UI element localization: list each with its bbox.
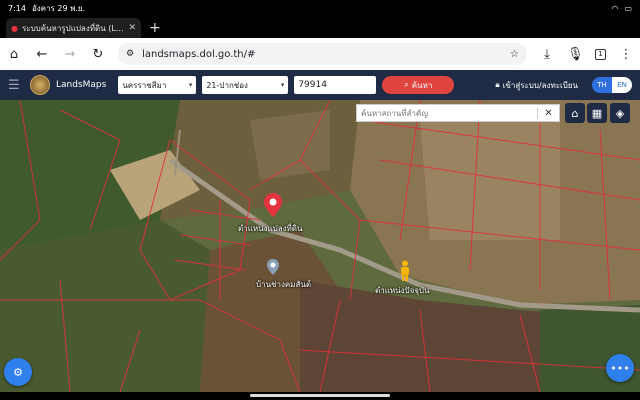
search-button-label: ค้นหา	[411, 80, 433, 90]
search-button[interactable]: ⌕ ค้นหา	[382, 76, 455, 94]
home-gesture-bar[interactable]	[250, 394, 390, 397]
hamburger-menu-icon[interactable]: ☰	[8, 78, 24, 93]
clock: 7:14	[8, 3, 26, 13]
battery-icon: ▭	[624, 3, 632, 13]
more-options-button[interactable]: •••	[606, 354, 634, 382]
map-imagery	[0, 100, 640, 392]
chevron-down-icon: ▾	[280, 81, 285, 89]
layers-icon: ◈	[615, 106, 625, 120]
tools-icon: ⚙	[13, 365, 23, 379]
lock-icon: 🔒︎	[495, 80, 500, 89]
place-search-input[interactable]	[357, 105, 537, 121]
map-tools-button[interactable]: ⚙	[4, 358, 32, 386]
forward-icon[interactable]: →	[62, 47, 78, 62]
download-icon[interactable]: ⤓	[539, 47, 555, 62]
back-icon[interactable]: ←	[34, 47, 50, 62]
parcel-location-label: ตำแหน่งแปลงที่ดิน	[238, 224, 303, 233]
tab-strip: ● ระบบค้นหารูปแปลงที่ดิน (Lan ✕ +	[0, 16, 640, 38]
layers-button[interactable]: ◈	[610, 103, 630, 123]
status-bar: 7:14 อังคาร 29 พ.ย. ◠ ▭	[0, 0, 640, 16]
reload-icon[interactable]: ↻	[90, 47, 106, 62]
close-tab-icon[interactable]: ✕	[128, 23, 136, 33]
browser-tab[interactable]: ● ระบบค้นหารูปแปลงที่ดิน (Lan ✕	[6, 18, 141, 38]
address-bar[interactable]: ⚙ landsmaps.dol.go.th/# ☆	[118, 43, 527, 65]
place-marker-icon[interactable]	[266, 258, 280, 276]
house-place-label: บ้านช่างคมสันต์	[256, 280, 312, 289]
login-link[interactable]: 🔒︎ เข้าสู่ระบบ/ลงทะเบียน	[495, 79, 578, 92]
new-tab-button[interactable]: +	[149, 20, 161, 36]
parcel-marker-icon[interactable]	[263, 192, 283, 218]
district-value: 21-ปากช่อง	[206, 80, 248, 90]
province-select[interactable]: นครราชสีมา ▾	[118, 76, 197, 94]
more-menu-icon[interactable]: ⋮	[618, 47, 634, 62]
current-location-label: ตำแหน่งปัจจุบัน	[375, 286, 430, 295]
brand-name: LandsMaps	[56, 80, 107, 90]
language-toggle[interactable]: TH EN	[592, 77, 632, 93]
app-header: ☰ LandsMaps นครราชสีมา ▾ 21-ปากช่อง ▾ 79…	[0, 70, 640, 100]
system-nav-bar	[0, 392, 640, 400]
tab-count-button[interactable]: 1	[595, 48, 606, 60]
home-map-button[interactable]: ⌂	[565, 103, 585, 123]
place-search-box: ✕	[356, 104, 560, 122]
satellite-map[interactable]: ตำแหน่งแปลงที่ดิน บ้านช่างคมสันต์ ตำแหน่…	[0, 100, 640, 392]
home-icon[interactable]: ⌂	[6, 47, 22, 62]
house-icon: ⌂	[571, 106, 579, 120]
map-pin-favicon-icon: ●	[11, 23, 18, 33]
browser-toolbar: ⌂ ← → ↻ ⚙ landsmaps.dol.go.th/# ☆ ⤓ 🎙 1 …	[0, 38, 640, 70]
site-info-icon[interactable]: ⚙	[126, 49, 134, 59]
date: อังคาร 29 พ.ย.	[31, 3, 86, 13]
current-location-person-icon[interactable]	[399, 260, 411, 282]
login-label: เข้าสู่ระบบ/ลงทะเบียน	[502, 80, 578, 90]
grid-icon: ▦	[591, 106, 603, 120]
wifi-icon: ◠	[611, 3, 619, 13]
ellipsis-icon: •••	[610, 361, 630, 375]
bookmark-star-icon[interactable]: ☆	[510, 49, 519, 60]
lang-th-button[interactable]: TH	[592, 77, 612, 93]
grid-button[interactable]: ▦	[587, 103, 607, 123]
search-icon: ⌕	[404, 80, 409, 89]
clear-search-icon[interactable]: ✕	[537, 107, 559, 119]
parcel-number-input[interactable]: 79914	[294, 76, 377, 94]
microphone-icon[interactable]: 🎙	[567, 47, 584, 62]
province-value: นครราชสีมา	[122, 80, 167, 90]
tab-title: ระบบค้นหารูปแปลงที่ดิน (Lan	[21, 23, 125, 33]
chevron-down-icon: ▾	[188, 81, 193, 89]
district-select[interactable]: 21-ปากช่อง ▾	[202, 76, 289, 94]
lang-en-button[interactable]: EN	[612, 77, 632, 93]
url-text: landsmaps.dol.go.th/#	[142, 48, 256, 60]
department-logo	[30, 75, 50, 95]
